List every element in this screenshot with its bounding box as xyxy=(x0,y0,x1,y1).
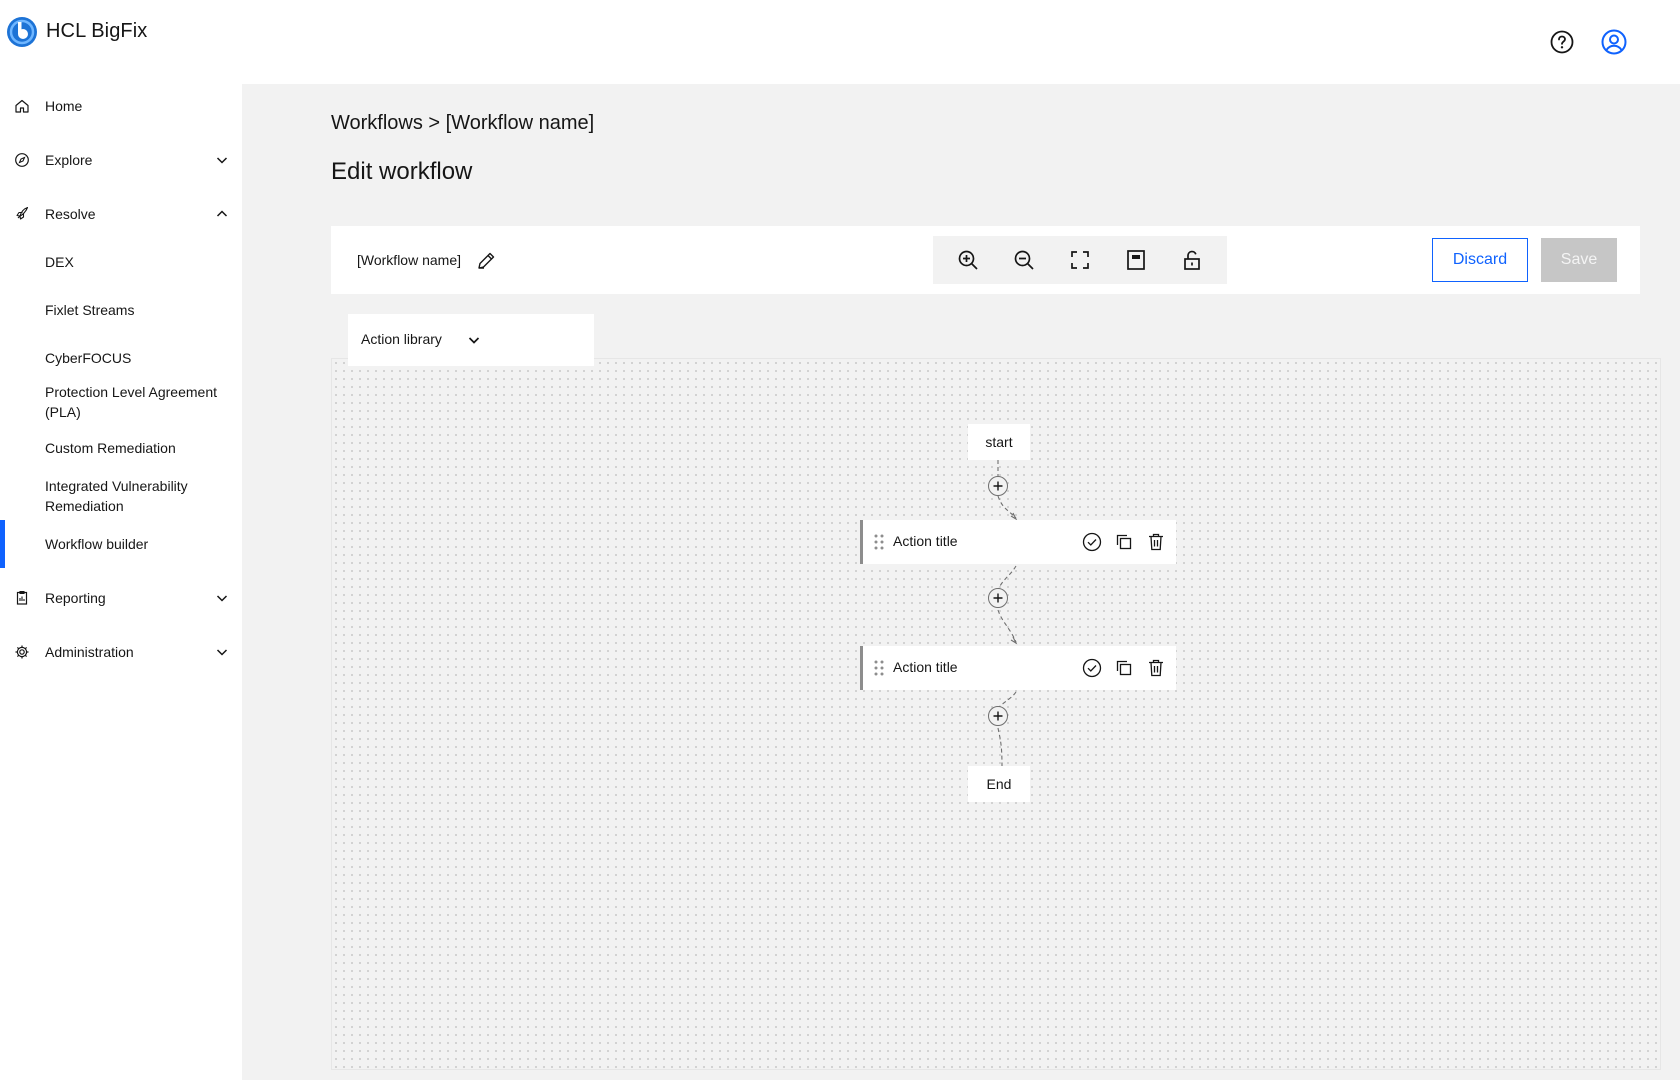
add-step-button[interactable] xyxy=(988,588,1008,608)
bigfix-logo-icon xyxy=(7,17,37,47)
drag-handle-icon[interactable] xyxy=(873,659,885,677)
checkmark-icon[interactable] xyxy=(1081,657,1103,679)
sidebar-item-pla[interactable]: Protection Level Agreement (PLA) xyxy=(0,376,242,428)
sidebar-item-dex[interactable]: DEX xyxy=(0,244,242,280)
sidebar-item-fixlet-streams[interactable]: Fixlet Streams xyxy=(0,292,242,328)
sidebar-item-label: Custom Remediation xyxy=(45,440,176,456)
sidebar-item-reporting[interactable]: Reporting xyxy=(0,576,242,620)
top-bar: HCL BigFix xyxy=(0,0,1680,84)
unlock-icon[interactable] xyxy=(1180,248,1204,272)
sidebar-item-resolve[interactable]: Resolve xyxy=(0,192,242,236)
zoom-out-icon[interactable] xyxy=(1012,248,1036,272)
sidebar-item-custom-remediation[interactable]: Custom Remediation xyxy=(0,432,242,468)
action-title: Action title xyxy=(893,659,958,675)
sidebar-item-home[interactable]: Home xyxy=(0,84,242,128)
action-card[interactable]: Action title xyxy=(860,520,1176,564)
sidebar-item-label: Integrated Vulnerability Remediation xyxy=(45,478,188,514)
brand-name: HCL BigFix xyxy=(46,20,148,42)
start-node[interactable]: start xyxy=(968,424,1030,460)
main-content: Workflows > [Workflow name] Edit workflo… xyxy=(242,84,1680,1080)
active-indicator xyxy=(0,520,5,568)
sidebar-item-label: Reporting xyxy=(45,590,106,606)
workflow-name: [Workflow name] xyxy=(357,252,461,268)
sidebar: Home Explore Resolve DEX Fixlet Streams … xyxy=(0,84,242,1080)
trash-icon[interactable] xyxy=(1145,657,1167,679)
sidebar-item-label: Resolve xyxy=(45,206,96,222)
plus-icon xyxy=(993,481,1003,491)
breadcrumb[interactable]: Workflows > [Workflow name] xyxy=(331,112,594,135)
compass-icon xyxy=(14,152,30,168)
fit-to-screen-icon[interactable] xyxy=(1068,248,1092,272)
sidebar-item-label: DEX xyxy=(45,254,74,270)
chevron-down-icon xyxy=(214,152,230,168)
help-icon[interactable] xyxy=(1548,28,1576,56)
add-step-button[interactable] xyxy=(988,706,1008,726)
copy-icon[interactable] xyxy=(1113,531,1135,553)
copy-icon[interactable] xyxy=(1113,657,1135,679)
sidebar-item-label: Administration xyxy=(45,644,134,660)
sidebar-item-integrated-vulnerability-remediation[interactable]: Integrated Vulnerability Remediation xyxy=(0,470,242,522)
sidebar-item-label: Fixlet Streams xyxy=(45,302,135,318)
user-avatar-icon[interactable] xyxy=(1600,28,1628,56)
action-library-label: Action library xyxy=(361,331,442,347)
action-library-dropdown[interactable]: Action library xyxy=(348,314,594,366)
chevron-down-icon xyxy=(214,590,230,606)
chevron-down-icon xyxy=(466,332,482,348)
discard-button[interactable]: Discard xyxy=(1432,238,1528,282)
add-step-button[interactable] xyxy=(988,476,1008,496)
action-card[interactable]: Action title xyxy=(860,646,1176,690)
plus-icon xyxy=(993,711,1003,721)
gear-icon xyxy=(14,644,30,660)
chevron-down-icon xyxy=(214,644,230,660)
rocket-icon xyxy=(14,206,30,222)
sidebar-item-administration[interactable]: Administration xyxy=(0,630,242,674)
sidebar-item-explore[interactable]: Explore xyxy=(0,138,242,182)
sidebar-item-label: Home xyxy=(45,98,83,114)
sidebar-item-cyberfocus[interactable]: CyberFOCUS xyxy=(0,340,242,376)
sidebar-item-label: Explore xyxy=(45,152,93,168)
drag-handle-icon[interactable] xyxy=(873,533,885,551)
plus-icon xyxy=(993,593,1003,603)
sidebar-item-workflow-builder[interactable]: Workflow builder xyxy=(0,520,242,568)
canvas-tools xyxy=(933,236,1227,284)
save-button[interactable]: Save xyxy=(1541,238,1617,282)
workflow-toolbar: [Workflow name] Discard Save xyxy=(331,226,1640,294)
zoom-in-icon[interactable] xyxy=(956,248,980,272)
chevron-up-icon xyxy=(214,206,230,222)
checkmark-icon[interactable] xyxy=(1081,531,1103,553)
edit-name-icon[interactable] xyxy=(475,250,497,272)
trash-icon[interactable] xyxy=(1145,531,1167,553)
sidebar-item-label: CyberFOCUS xyxy=(45,350,132,366)
action-title: Action title xyxy=(893,533,958,549)
end-node[interactable]: End xyxy=(968,766,1030,802)
home-icon xyxy=(14,98,30,114)
sidebar-item-label: Workflow builder xyxy=(45,536,149,552)
minimap-icon[interactable] xyxy=(1124,248,1148,272)
sidebar-item-label: Protection Level Agreement (PLA) xyxy=(45,384,217,420)
report-icon xyxy=(14,590,30,606)
page-title: Edit workflow xyxy=(331,158,473,185)
